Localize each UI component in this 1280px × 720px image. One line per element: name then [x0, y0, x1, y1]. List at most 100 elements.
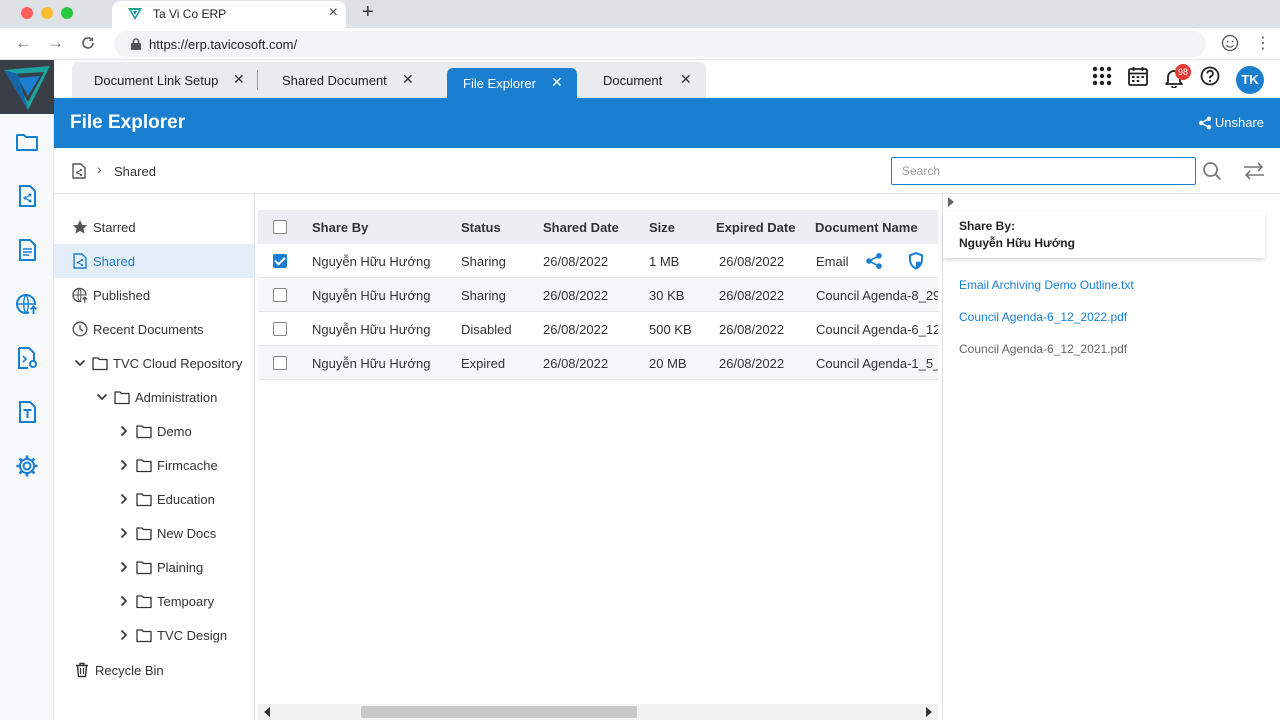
collapse-panel-icon[interactable]: [948, 197, 954, 207]
close-tab-icon[interactable]: ×: [329, 4, 338, 22]
switch-view-icon[interactable]: [1243, 162, 1265, 180]
row-checkbox[interactable]: [273, 254, 287, 268]
search-input[interactable]: [891, 157, 1196, 185]
shared-documents-table: Share By Status Shared Date Size Expired…: [258, 210, 938, 720]
column-header[interactable]: Size: [649, 220, 675, 235]
close-window-button[interactable]: [21, 7, 33, 19]
globe-upload-icon[interactable]: [15, 292, 39, 316]
new-tab-icon[interactable]: +: [362, 1, 374, 24]
chevron-right-icon[interactable]: [118, 425, 130, 437]
breadcrumb-current[interactable]: Shared: [114, 164, 156, 179]
tree-item-administration[interactable]: Administration: [54, 380, 254, 414]
tree-item-recycle-bin[interactable]: Recycle Bin: [54, 653, 254, 687]
tree-item-shared[interactable]: Shared: [54, 244, 254, 278]
help-icon[interactable]: [1200, 66, 1220, 86]
minimize-window-button[interactable]: [41, 7, 53, 19]
cell-size: 500 KB: [649, 322, 692, 337]
chevron-right-icon[interactable]: [118, 629, 130, 641]
table-row[interactable]: Nguyễn Hữu Hướng Sharing 26/08/2022 30 K…: [258, 278, 938, 312]
tree-item-published[interactable]: Published: [54, 278, 254, 312]
tree-label: TVC Design: [157, 627, 228, 643]
url-field[interactable]: https://erp.tavicosoft.com/: [114, 31, 1206, 57]
column-header[interactable]: Expired Date: [716, 220, 795, 235]
tab-document-link-setup[interactable]: Document Link Setup ✕: [72, 62, 256, 98]
trash-icon: [76, 662, 88, 678]
file-link[interactable]: Council Agenda-6_12_2022.pdf: [959, 310, 1127, 324]
scroll-right-icon[interactable]: [926, 707, 932, 717]
shield-icon[interactable]: [907, 251, 925, 271]
shared-document-icon[interactable]: [72, 163, 86, 179]
tree-item-education[interactable]: Education: [54, 482, 254, 516]
select-all-checkbox[interactable]: [273, 220, 287, 234]
template-icon[interactable]: [15, 400, 39, 424]
gear-icon[interactable]: [15, 454, 39, 478]
chevron-right-icon[interactable]: [118, 527, 130, 539]
chevron-down-icon[interactable]: [96, 391, 108, 403]
tree-item-tempoary[interactable]: Tempoary: [54, 584, 254, 618]
row-checkbox[interactable]: [273, 356, 287, 370]
folder-icon: [136, 425, 152, 439]
shared-document-icon[interactable]: [15, 184, 39, 208]
search-icon[interactable]: [1202, 161, 1222, 181]
table-row[interactable]: Nguyễn Hữu Hướng Sharing 26/08/2022 1 MB…: [258, 244, 938, 278]
cell-expired-date: 26/08/2022: [719, 356, 785, 371]
table-row[interactable]: Nguyễn Hữu Hướng Disabled 26/08/2022 500…: [258, 312, 938, 346]
column-header[interactable]: Shared Date: [543, 220, 619, 235]
close-icon[interactable]: ✕: [402, 71, 414, 88]
close-icon[interactable]: ✕: [233, 71, 245, 88]
notification-badge: 98: [1175, 64, 1191, 80]
tree-item-tvc-design[interactable]: TVC Design: [54, 618, 254, 652]
unshare-button[interactable]: Unshare: [1198, 115, 1264, 130]
tree-item-recent-documents[interactable]: Recent Documents: [54, 312, 254, 346]
tree-item-new-docs[interactable]: New Docs: [54, 516, 254, 550]
table-row[interactable]: Nguyễn Hữu Hướng Expired 26/08/2022 20 M…: [258, 346, 938, 380]
back-icon[interactable]: ←: [15, 33, 32, 53]
reload-icon[interactable]: [80, 35, 96, 51]
document-settings-icon[interactable]: [15, 346, 39, 370]
document-icon[interactable]: [15, 238, 39, 262]
column-header[interactable]: Share By: [312, 220, 368, 235]
column-header[interactable]: Document Name: [815, 220, 918, 235]
tab-file-explorer[interactable]: File Explorer ✕: [447, 68, 577, 98]
chevron-right-icon[interactable]: [118, 561, 130, 573]
cell-document-name: Council Agenda-1_5_2: [816, 356, 938, 371]
forward-icon[interactable]: →: [47, 33, 64, 53]
close-icon[interactable]: ✕: [551, 74, 563, 91]
share-icon[interactable]: [865, 252, 883, 270]
row-checkbox[interactable]: [273, 322, 287, 336]
horizontal-scrollbar[interactable]: [258, 704, 938, 720]
chevron-right-icon[interactable]: [118, 459, 130, 471]
folder-icon[interactable]: [15, 130, 39, 154]
column-header[interactable]: Status: [461, 220, 501, 235]
tab-shared-document[interactable]: Shared Document ✕: [259, 62, 445, 98]
browser-tab[interactable]: Ta Vi Co ERP ×: [112, 1, 346, 28]
tree-item-firmcache[interactable]: Firmcache: [54, 448, 254, 482]
tab-document[interactable]: Document ✕: [579, 62, 706, 98]
tree-item-tvc-cloud-repository[interactable]: TVC Cloud Repository: [54, 346, 254, 380]
cell-document-name: Council Agenda-8_29_: [816, 288, 938, 303]
tree-item-demo[interactable]: Demo: [54, 414, 254, 448]
folder-icon: [92, 357, 108, 371]
maximize-window-button[interactable]: [61, 7, 73, 19]
scroll-left-icon[interactable]: [264, 707, 270, 717]
row-checkbox[interactable]: [273, 288, 287, 302]
tree-item-starred[interactable]: Starred: [54, 210, 254, 244]
share-by-label: Share By:: [959, 219, 1016, 233]
browser-tab-title: Ta Vi Co ERP: [153, 7, 227, 21]
file-link[interactable]: Email Archiving Demo Outline.txt: [959, 278, 1134, 292]
scrollbar-thumb[interactable]: [361, 706, 637, 718]
chevron-right-icon[interactable]: [118, 493, 130, 505]
tab-label: File Explorer: [463, 76, 536, 91]
avatar[interactable]: TK: [1236, 66, 1264, 94]
tree-item-plaining[interactable]: Plaining: [54, 550, 254, 584]
apps-grid-icon[interactable]: [1092, 66, 1112, 86]
file-name: Council Agenda-6_12_2021.pdf: [959, 342, 1128, 356]
browser-menu-icon[interactable]: ⋮: [1255, 33, 1271, 53]
chevron-down-icon[interactable]: [74, 357, 86, 369]
profile-icon[interactable]: [1221, 34, 1239, 52]
chevron-right-icon[interactable]: [118, 595, 130, 607]
tree-label: TVC Cloud Repository: [113, 355, 243, 371]
calendar-icon[interactable]: [1128, 66, 1148, 86]
cell-shared-date: 26/08/2022: [543, 322, 609, 337]
close-icon[interactable]: ✕: [680, 71, 692, 88]
